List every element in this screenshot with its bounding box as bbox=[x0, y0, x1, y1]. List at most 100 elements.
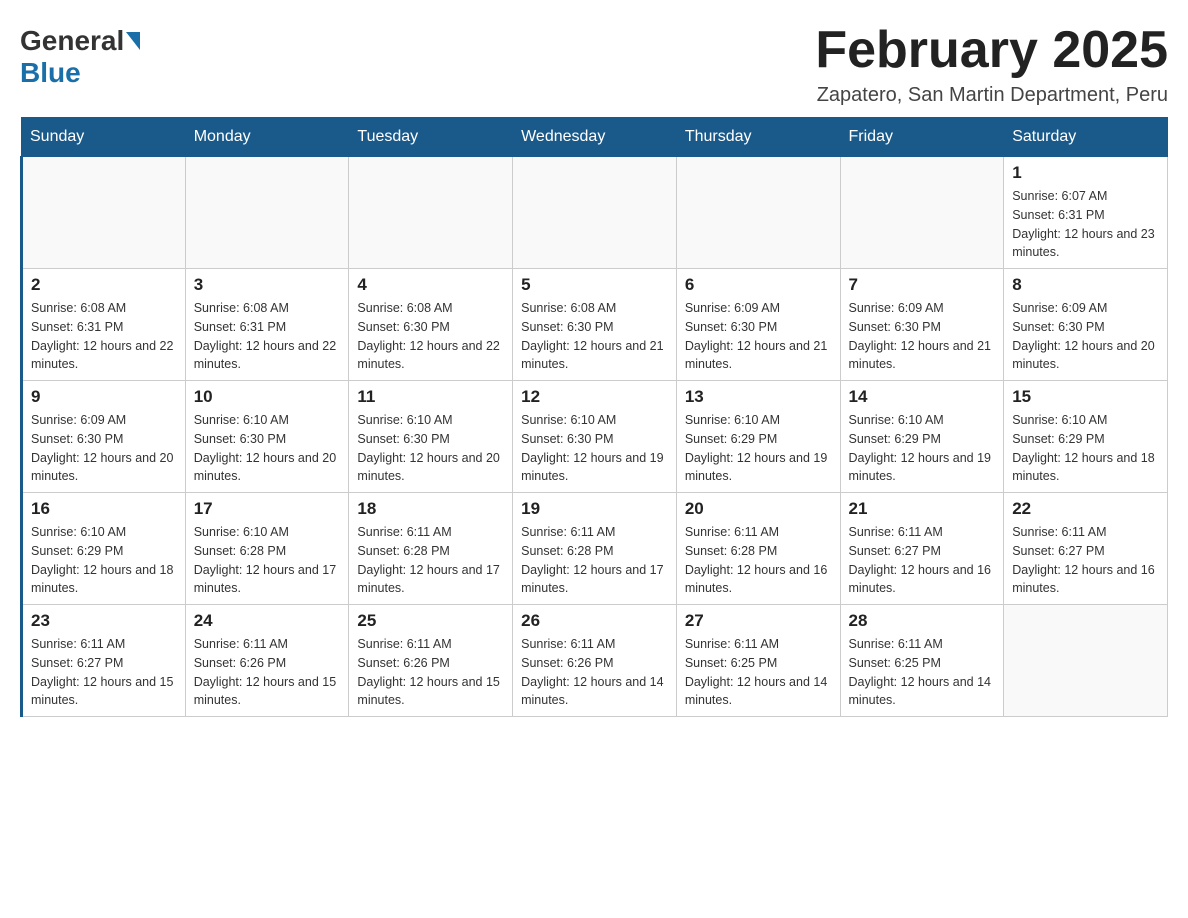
day-info: Sunrise: 6:09 AMSunset: 6:30 PMDaylight:… bbox=[849, 299, 996, 374]
calendar-cell: 23 Sunrise: 6:11 AMSunset: 6:27 PMDayligh… bbox=[22, 605, 186, 717]
day-number: 19 bbox=[521, 499, 668, 519]
day-number: 11 bbox=[357, 387, 504, 407]
day-number: 8 bbox=[1012, 275, 1159, 295]
day-info: Sunrise: 6:11 AMSunset: 6:28 PMDaylight:… bbox=[521, 523, 668, 598]
day-header-tuesday: Tuesday bbox=[349, 118, 513, 157]
day-number: 23 bbox=[31, 611, 177, 631]
week-row-2: 2 Sunrise: 6:08 AMSunset: 6:31 PMDaylight… bbox=[22, 269, 1168, 381]
day-info: Sunrise: 6:10 AMSunset: 6:30 PMDaylight:… bbox=[194, 411, 341, 486]
calendar-cell: 1Sunrise: 6:07 AMSunset: 6:31 PMDaylight… bbox=[1004, 157, 1168, 269]
calendar-cell: 25 Sunrise: 6:11 AMSunset: 6:26 PMDayligh… bbox=[349, 605, 513, 717]
week-row-1: 1Sunrise: 6:07 AMSunset: 6:31 PMDaylight… bbox=[22, 157, 1168, 269]
day-number: 9 bbox=[31, 387, 177, 407]
day-info: Sunrise: 6:08 AMSunset: 6:31 PMDaylight:… bbox=[31, 299, 177, 374]
day-number: 1 bbox=[1012, 163, 1159, 183]
week-row-5: 23 Sunrise: 6:11 AMSunset: 6:27 PMDayligh… bbox=[22, 605, 1168, 717]
logo-general-text: General bbox=[20, 25, 124, 57]
calendar-cell: 20Sunrise: 6:11 AMSunset: 6:28 PMDayligh… bbox=[676, 493, 840, 605]
day-info: Sunrise: 6:09 AMSunset: 6:30 PMDaylight:… bbox=[1012, 299, 1159, 374]
calendar-cell bbox=[185, 157, 349, 269]
day-header-friday: Friday bbox=[840, 118, 1004, 157]
day-number: 10 bbox=[194, 387, 341, 407]
day-number: 12 bbox=[521, 387, 668, 407]
calendar-cell: 19 Sunrise: 6:11 AMSunset: 6:28 PMDayligh… bbox=[513, 493, 677, 605]
day-info: Sunrise: 6:10 AMSunset: 6:29 PMDaylight:… bbox=[685, 411, 832, 486]
day-number: 3 bbox=[194, 275, 341, 295]
day-info: Sunrise: 6:08 AMSunset: 6:30 PMDaylight:… bbox=[521, 299, 668, 374]
day-number: 24 bbox=[194, 611, 341, 631]
calendar-header-row: SundayMondayTuesdayWednesdayThursdayFrid… bbox=[22, 118, 1168, 157]
calendar-cell: 17 Sunrise: 6:10 AMSunset: 6:28 PMDayligh… bbox=[185, 493, 349, 605]
day-number: 6 bbox=[685, 275, 832, 295]
calendar-cell: 21Sunrise: 6:11 AMSunset: 6:27 PMDayligh… bbox=[840, 493, 1004, 605]
calendar-cell: 5Sunrise: 6:08 AMSunset: 6:30 PMDaylight… bbox=[513, 269, 677, 381]
page-header: General Blue February 2025 Zapatero, San… bbox=[20, 20, 1168, 107]
day-info: Sunrise: 6:10 AMSunset: 6:29 PMDaylight:… bbox=[1012, 411, 1159, 486]
calendar-cell: 4 Sunrise: 6:08 AMSunset: 6:30 PMDaylight… bbox=[349, 269, 513, 381]
calendar-cell bbox=[840, 157, 1004, 269]
day-number: 2 bbox=[31, 275, 177, 295]
calendar-cell: 26Sunrise: 6:11 AMSunset: 6:26 PMDayligh… bbox=[513, 605, 677, 717]
day-info: Sunrise: 6:11 AMSunset: 6:26 PMDaylight:… bbox=[194, 635, 341, 710]
week-row-4: 16Sunrise: 6:10 AMSunset: 6:29 PMDayligh… bbox=[22, 493, 1168, 605]
calendar-cell bbox=[1004, 605, 1168, 717]
calendar-cell: 6 Sunrise: 6:09 AMSunset: 6:30 PMDaylight… bbox=[676, 269, 840, 381]
calendar-cell: 22 Sunrise: 6:11 AMSunset: 6:27 PMDayligh… bbox=[1004, 493, 1168, 605]
month-title: February 2025 bbox=[815, 20, 1168, 80]
calendar-cell: 18 Sunrise: 6:11 AMSunset: 6:28 PMDayligh… bbox=[349, 493, 513, 605]
day-header-monday: Monday bbox=[185, 118, 349, 157]
calendar-cell: 10 Sunrise: 6:10 AMSunset: 6:30 PMDayligh… bbox=[185, 381, 349, 493]
day-number: 14 bbox=[849, 387, 996, 407]
day-info: Sunrise: 6:08 AMSunset: 6:31 PMDaylight:… bbox=[194, 299, 341, 374]
day-number: 13 bbox=[685, 387, 832, 407]
day-header-sunday: Sunday bbox=[22, 118, 186, 157]
calendar-cell: 9 Sunrise: 6:09 AMSunset: 6:30 PMDaylight… bbox=[22, 381, 186, 493]
day-number: 18 bbox=[357, 499, 504, 519]
day-info: Sunrise: 6:11 AMSunset: 6:27 PMDaylight:… bbox=[1012, 523, 1159, 598]
day-number: 4 bbox=[357, 275, 504, 295]
day-info: Sunrise: 6:11 AMSunset: 6:25 PMDaylight:… bbox=[849, 635, 996, 710]
day-number: 7 bbox=[849, 275, 996, 295]
location-title: Zapatero, San Martin Department, Peru bbox=[815, 84, 1168, 107]
calendar-cell: 2 Sunrise: 6:08 AMSunset: 6:31 PMDaylight… bbox=[22, 269, 186, 381]
calendar-cell: 16Sunrise: 6:10 AMSunset: 6:29 PMDayligh… bbox=[22, 493, 186, 605]
calendar-cell bbox=[676, 157, 840, 269]
day-number: 25 bbox=[357, 611, 504, 631]
day-number: 22 bbox=[1012, 499, 1159, 519]
day-number: 28 bbox=[849, 611, 996, 631]
day-number: 27 bbox=[685, 611, 832, 631]
calendar-cell bbox=[349, 157, 513, 269]
day-number: 21 bbox=[849, 499, 996, 519]
logo: General Blue bbox=[20, 20, 142, 89]
day-info: Sunrise: 6:11 AMSunset: 6:26 PMDaylight:… bbox=[357, 635, 504, 710]
calendar-cell: 13 Sunrise: 6:10 AMSunset: 6:29 PMDayligh… bbox=[676, 381, 840, 493]
calendar-cell: 8 Sunrise: 6:09 AMSunset: 6:30 PMDaylight… bbox=[1004, 269, 1168, 381]
day-number: 26 bbox=[521, 611, 668, 631]
calendar-cell: 11Sunrise: 6:10 AMSunset: 6:30 PMDayligh… bbox=[349, 381, 513, 493]
day-header-saturday: Saturday bbox=[1004, 118, 1168, 157]
calendar-cell: 27 Sunrise: 6:11 AMSunset: 6:25 PMDayligh… bbox=[676, 605, 840, 717]
day-number: 20 bbox=[685, 499, 832, 519]
day-info: Sunrise: 6:11 AMSunset: 6:25 PMDaylight:… bbox=[685, 635, 832, 710]
day-info: Sunrise: 6:10 AMSunset: 6:28 PMDaylight:… bbox=[194, 523, 341, 598]
day-info: Sunrise: 6:11 AMSunset: 6:28 PMDaylight:… bbox=[357, 523, 504, 598]
day-info: Sunrise: 6:10 AMSunset: 6:29 PMDaylight:… bbox=[31, 523, 177, 598]
calendar-cell: 28 Sunrise: 6:11 AMSunset: 6:25 PMDayligh… bbox=[840, 605, 1004, 717]
day-number: 15 bbox=[1012, 387, 1159, 407]
week-row-3: 9 Sunrise: 6:09 AMSunset: 6:30 PMDaylight… bbox=[22, 381, 1168, 493]
day-header-wednesday: Wednesday bbox=[513, 118, 677, 157]
title-block: February 2025 Zapatero, San Martin Depar… bbox=[815, 20, 1168, 107]
day-info: Sunrise: 6:08 AMSunset: 6:30 PMDaylight:… bbox=[357, 299, 504, 374]
calendar-table: SundayMondayTuesdayWednesdayThursdayFrid… bbox=[20, 117, 1168, 717]
calendar-cell: 12 Sunrise: 6:10 AMSunset: 6:30 PMDayligh… bbox=[513, 381, 677, 493]
day-info: Sunrise: 6:10 AMSunset: 6:30 PMDaylight:… bbox=[521, 411, 668, 486]
logo-arrow-icon bbox=[126, 32, 140, 50]
day-info: Sunrise: 6:09 AMSunset: 6:30 PMDaylight:… bbox=[685, 299, 832, 374]
calendar-cell: 3 Sunrise: 6:08 AMSunset: 6:31 PMDaylight… bbox=[185, 269, 349, 381]
calendar-cell bbox=[513, 157, 677, 269]
day-info: Sunrise: 6:11 AMSunset: 6:27 PMDaylight:… bbox=[31, 635, 177, 710]
calendar-cell: 14Sunrise: 6:10 AMSunset: 6:29 PMDayligh… bbox=[840, 381, 1004, 493]
day-number: 17 bbox=[194, 499, 341, 519]
day-info: Sunrise: 6:09 AMSunset: 6:30 PMDaylight:… bbox=[31, 411, 177, 486]
calendar-cell bbox=[22, 157, 186, 269]
